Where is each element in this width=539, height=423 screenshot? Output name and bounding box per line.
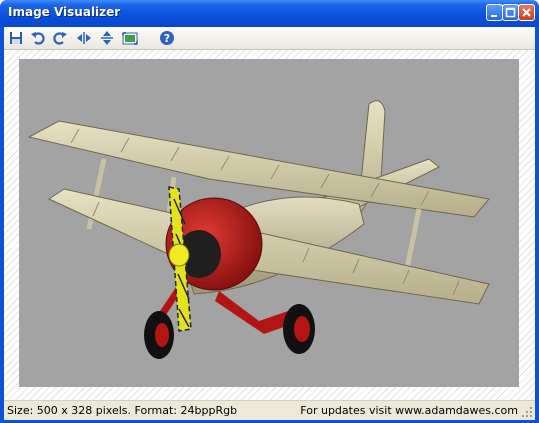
save-button[interactable] [7,29,25,47]
image-canvas[interactable] [4,50,535,400]
update-link[interactable]: For updates visit www.adamdawes.com [300,404,518,417]
help-button[interactable]: ? [158,29,176,47]
close-icon [522,8,531,17]
save-icon [10,32,22,44]
fit-to-window-button[interactable] [121,29,139,47]
maximize-icon [505,7,516,18]
image-info-text: Size: 500 x 328 pixels. Format: 24bppRgb [7,404,238,417]
help-icon: ? [160,31,174,45]
displayed-image [19,59,519,387]
rotate-right-button[interactable] [51,29,69,47]
rotate-left-button[interactable] [29,29,47,47]
rotate-left-icon [31,32,45,45]
client-area: ? Size: 500 x 328 pixels. Format: 24bppR… [4,27,535,420]
title-bar[interactable]: Image Visualizer [0,0,539,27]
flip-horizontal-button[interactable] [75,29,93,47]
flip-vertical-button[interactable] [98,29,116,47]
rotate-right-icon [53,32,67,45]
flip-vertical-icon [101,31,113,45]
fit-to-window-icon [122,32,138,45]
maximize-button[interactable] [502,4,519,21]
toolbar: ? [4,27,535,50]
svg-text:?: ? [164,32,170,45]
flip-horizontal-icon [77,32,91,44]
app-window: Image Visualizer ? Size: 500 x 328 pixel… [0,0,539,423]
close-button[interactable] [518,4,535,21]
minimize-icon [491,15,497,17]
resize-grip-icon[interactable] [521,406,533,418]
minimize-button[interactable] [486,4,503,21]
status-bar: Size: 500 x 328 pixels. Format: 24bppRgb… [4,400,535,420]
biplane-picture [27,100,490,359]
window-title: Image Visualizer [8,5,121,19]
